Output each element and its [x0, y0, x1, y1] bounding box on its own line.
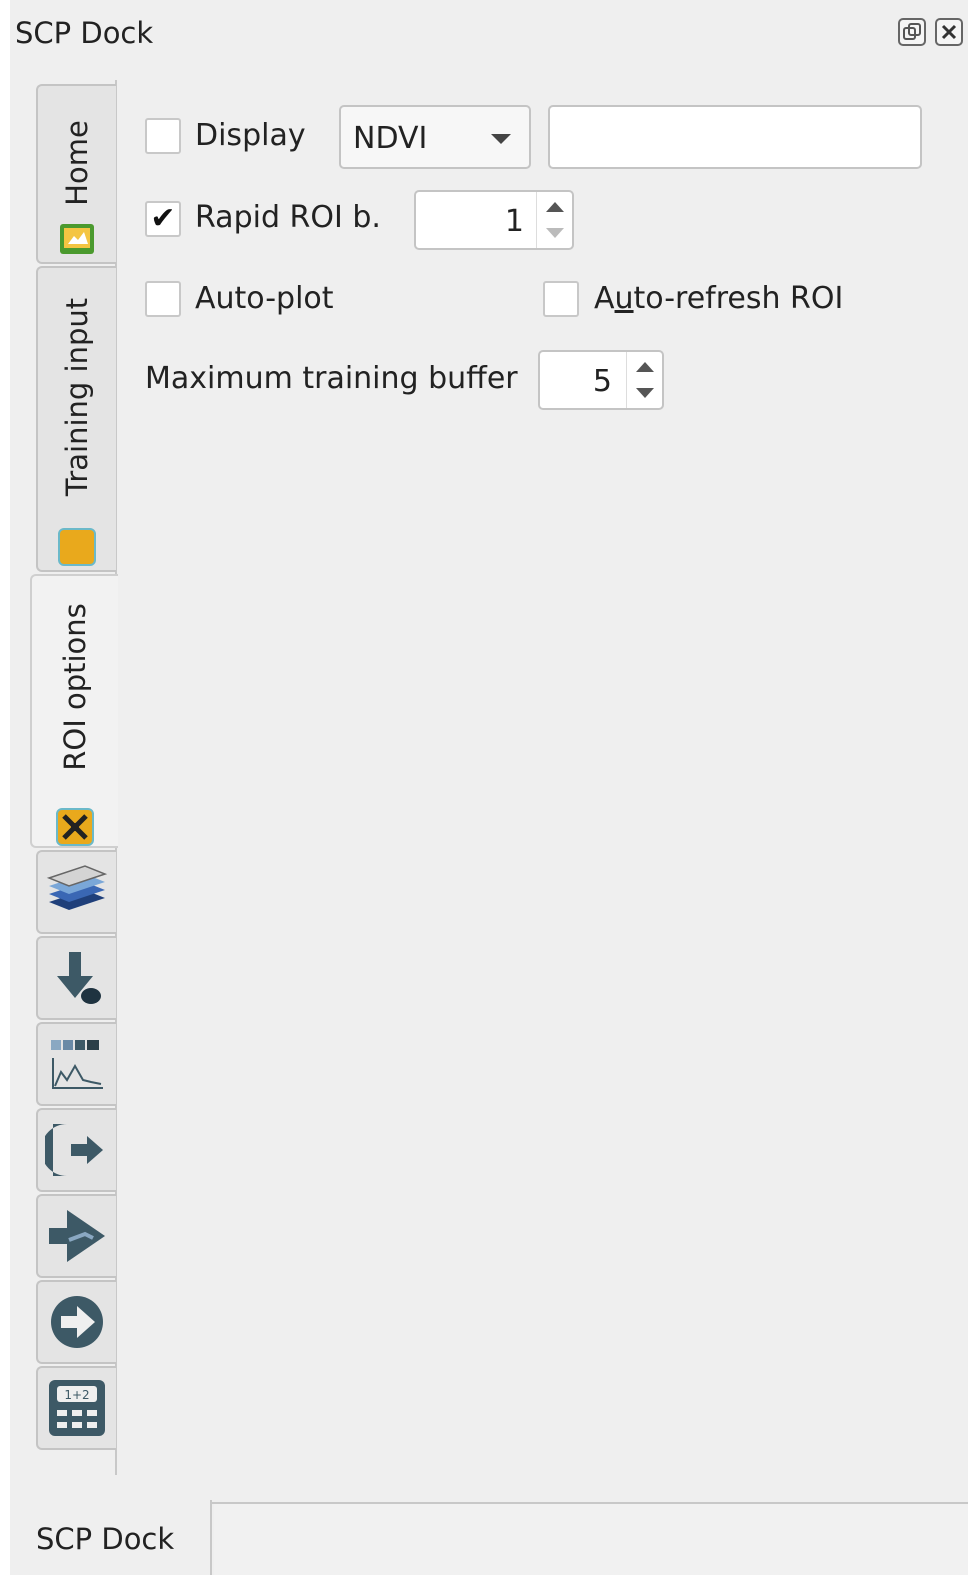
histogram-icon — [51, 1040, 103, 1089]
spin-up-icon[interactable] — [546, 202, 564, 212]
home-icon — [58, 220, 96, 258]
tab-scp-dock[interactable]: SCP Dock — [10, 1500, 212, 1575]
tab-training-input[interactable]: Training input — [36, 266, 116, 572]
postprocessing-icon — [51, 1296, 103, 1348]
band-calc-icon: 1+2 — [49, 1380, 105, 1436]
scp-dock-panel: SCP Dock Home Training input ROI options… — [0, 0, 968, 1575]
auto-refresh-roi-checkbox[interactable] — [543, 281, 579, 317]
band-set-icon — [46, 865, 108, 910]
auto-plot-label: Auto-plot — [195, 281, 334, 316]
close-icon[interactable] — [935, 18, 963, 46]
dock-edge — [0, 0, 10, 1575]
dock-title-bar: SCP Dock — [10, 8, 968, 58]
tab-postprocessing[interactable] — [36, 1280, 116, 1364]
tab-home-label: Home — [60, 120, 94, 206]
spin-buttons[interactable] — [626, 352, 662, 408]
spin-down-icon[interactable] — [546, 228, 564, 238]
download-icon — [57, 952, 101, 1004]
display-index-value: NDVI — [353, 121, 428, 156]
tab-band-set[interactable] — [36, 850, 116, 934]
bottom-tab-bar-empty — [214, 1504, 968, 1575]
dock-title: SCP Dock — [15, 16, 154, 50]
tab-home[interactable]: Home — [36, 84, 116, 264]
display-label: Display — [195, 118, 306, 153]
max-training-buffer-label: Maximum training buffer — [145, 361, 518, 396]
spin-up-icon[interactable] — [636, 362, 654, 372]
display-index-combo[interactable]: NDVI — [339, 105, 531, 169]
display-expression-field[interactable] — [548, 105, 922, 169]
rapid-roi-checkbox[interactable]: ✔ — [145, 201, 181, 237]
training-input-icon — [58, 528, 96, 566]
tab-preprocessing[interactable] — [36, 1108, 116, 1192]
chevron-down-icon — [491, 134, 511, 144]
roi-options-icon — [56, 808, 94, 846]
float-icon[interactable] — [898, 18, 926, 46]
tab-processing[interactable] — [36, 1194, 116, 1278]
rapid-roi-label: Rapid ROI b. — [195, 200, 381, 235]
auto-plot-checkbox[interactable] — [145, 281, 181, 317]
tab-roi-options[interactable]: ROI options — [30, 574, 118, 848]
tab-roi-options-label: ROI options — [58, 603, 92, 771]
tab-download[interactable] — [36, 936, 116, 1020]
preprocessing-icon — [45, 1124, 103, 1176]
max-training-buffer-value: 5 — [592, 364, 612, 399]
auto-refresh-roi-label: Auto-refresh ROI — [594, 281, 844, 316]
tab-band-calc[interactable]: 1+2 — [36, 1366, 116, 1450]
svg-text:1+2: 1+2 — [64, 1388, 89, 1402]
tab-training-input-label: Training input — [60, 297, 94, 497]
tab-histogram[interactable] — [36, 1022, 116, 1106]
display-checkbox[interactable] — [145, 118, 181, 154]
checkmark-icon: ✔ — [150, 201, 176, 236]
spin-down-icon[interactable] — [636, 388, 654, 398]
tab-scp-dock-label: SCP Dock — [36, 1522, 175, 1556]
max-training-buffer-spinbox[interactable]: 5 — [538, 350, 664, 410]
rapid-roi-band-spinbox[interactable]: 1 — [414, 190, 574, 250]
rapid-roi-band-value: 1 — [504, 204, 524, 239]
processing-icon — [49, 1210, 105, 1262]
spin-buttons[interactable] — [536, 192, 572, 248]
